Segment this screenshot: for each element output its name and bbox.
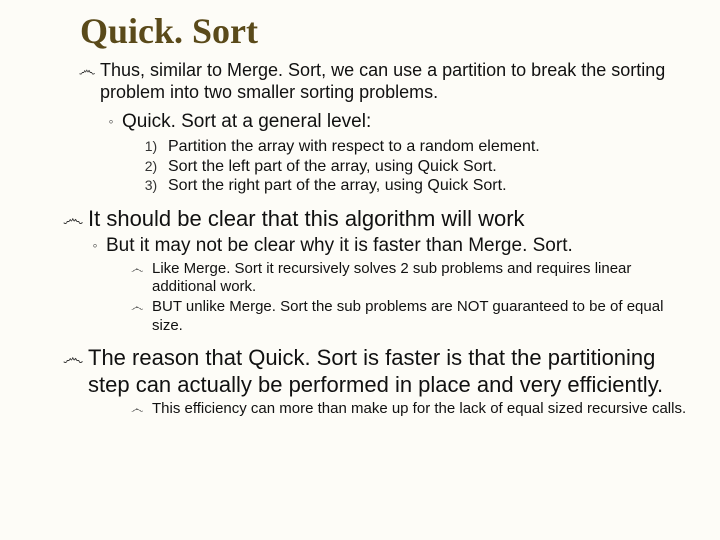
text: Sort the left part of the array, using Q… <box>168 157 698 177</box>
bullet-l1: ෴ The reason that Quick. Sort is faster … <box>58 345 698 399</box>
text: It should be clear that this algorithm w… <box>88 206 698 233</box>
text: But it may not be clear why it is faster… <box>106 234 698 257</box>
text: Like Merge. Sort it recursively solves 2… <box>152 260 698 297</box>
text: BUT unlike Merge. Sort the sub problems … <box>152 298 698 335</box>
slide: Quick. Sort ෴ Thus, similar to Merge. So… <box>0 0 720 540</box>
text: This efficiency can more than make up fo… <box>152 400 698 418</box>
bullet-l1: ෴ It should be clear that this algorithm… <box>58 206 698 233</box>
text: Sort the right part of the array, using … <box>168 176 698 196</box>
text: Thus, similar to Merge. Sort, we can use… <box>100 60 698 104</box>
swirl-icon: ෴ <box>74 60 100 82</box>
swirl-icon: ෴ <box>58 345 88 372</box>
swirl-icon: ෴ <box>122 400 152 417</box>
number-label: 2) <box>134 157 168 175</box>
numbered-item: 3) Sort the right part of the array, usi… <box>134 176 698 196</box>
bullet-l3: ෴ Like Merge. Sort it recursively solves… <box>122 260 698 297</box>
swirl-icon: ෴ <box>122 260 152 277</box>
number-label: 3) <box>134 176 168 194</box>
bullet-l2: ◦ But it may not be clear why it is fast… <box>84 234 698 257</box>
swirl-icon: ෴ <box>58 206 88 233</box>
swirl-icon: ෴ <box>122 298 152 315</box>
bullet-l3: ෴ BUT unlike Merge. Sort the sub problem… <box>122 298 698 335</box>
text: Partition the array with respect to a ra… <box>168 137 698 157</box>
numbered-item: 2) Sort the left part of the array, usin… <box>134 157 698 177</box>
numbered-item: 1) Partition the array with respect to a… <box>134 137 698 157</box>
number-label: 1) <box>134 137 168 155</box>
bullet-l2: ◦ Quick. Sort at a general level: <box>100 110 698 133</box>
circle-icon: ◦ <box>84 234 106 254</box>
text: Quick. Sort at a general level: <box>122 110 698 133</box>
circle-icon: ◦ <box>100 110 122 130</box>
bullet-l3: ෴ This efficiency can more than make up … <box>122 400 698 418</box>
bullet-l1: ෴ Thus, similar to Merge. Sort, we can u… <box>74 60 698 104</box>
text: The reason that Quick. Sort is faster is… <box>88 345 698 399</box>
page-title: Quick. Sort <box>80 10 698 52</box>
